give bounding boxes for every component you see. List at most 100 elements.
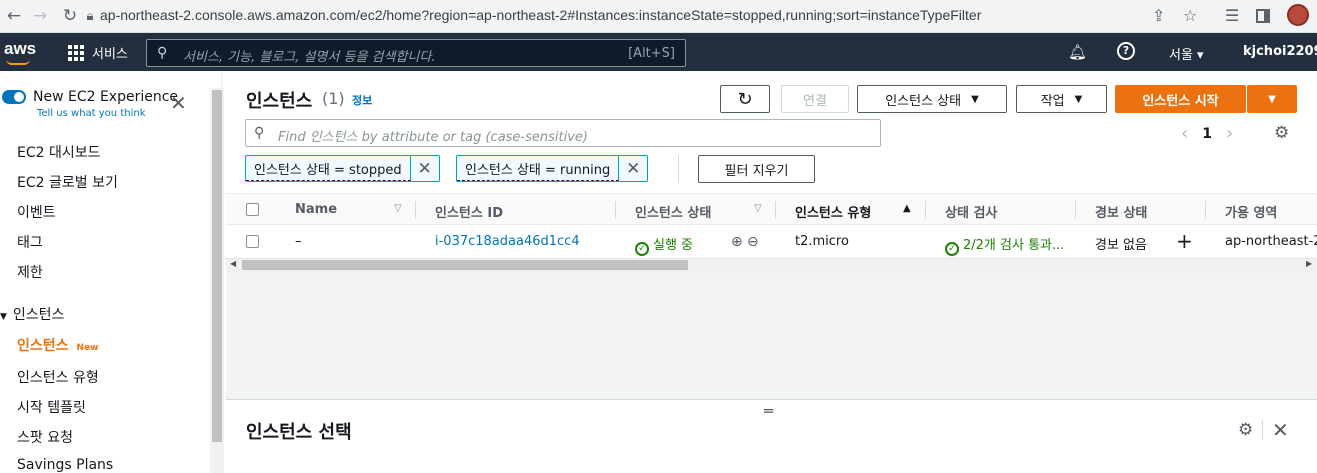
zoom-in-icon[interactable]: ⊕ xyxy=(731,234,743,250)
global-search-input[interactable]: ⚲ 서비스, 기능, 블로그, 설명서 등을 검색합니다. [Alt+S] xyxy=(146,39,686,67)
instance-state-label: 인스턴스 상태 xyxy=(885,93,962,109)
check-circle-icon: ✓ xyxy=(945,242,959,256)
cell-availability-zone: ap-northeast-2 xyxy=(1225,234,1317,249)
table-row[interactable]: – i-037c18adaa46d1cc4 ✓ 실행 중 ⊕ ⊖ t2.micro… xyxy=(226,226,1317,258)
bell-icon[interactable]: 🔔︎ xyxy=(1068,43,1087,61)
aws-logo[interactable]: aws xyxy=(4,39,36,59)
cell-alarm-status: 경보 없음 xyxy=(1095,238,1147,253)
actions-dropdown[interactable]: 작업 ▼ xyxy=(1016,85,1107,113)
share-icon[interactable]: ⇪ xyxy=(1152,6,1165,25)
gear-icon[interactable]: ⚙ xyxy=(1274,123,1289,143)
column-divider[interactable] xyxy=(775,201,776,219)
sort-icon[interactable]: ▽ xyxy=(394,203,402,214)
sidebar-item-ec2-dashboard[interactable]: EC2 대시보드 xyxy=(17,142,101,162)
address-bar[interactable]: ap-northeast-2.console.aws.amazon.com/ec… xyxy=(100,5,981,25)
status-check-value: 2/2개 검사 통과... xyxy=(963,238,1065,253)
cell-status-check[interactable]: ✓ 2/2개 검사 통과... xyxy=(945,234,1064,256)
launch-label: 인스턴스 시작 xyxy=(1142,93,1219,109)
services-menu-button[interactable]: 서비스 xyxy=(68,43,128,62)
column-header-alarm-status[interactable]: 경보 상태 xyxy=(1095,202,1147,221)
row-checkbox[interactable] xyxy=(246,235,259,248)
zoom-out-icon[interactable]: ⊖ xyxy=(747,234,759,250)
filter-token-stopped[interactable]: 인스턴스 상태 = stopped ✕ xyxy=(245,155,440,182)
cell-instance-id[interactable]: i-037c18adaa46d1cc4 xyxy=(435,234,580,249)
sort-ascending-icon[interactable]: ▲ xyxy=(903,203,911,214)
table-scrollbar-thumb[interactable] xyxy=(242,260,688,270)
launch-options-dropdown[interactable]: ▼ xyxy=(1247,85,1297,113)
sidebar-item-tags[interactable]: 태그 xyxy=(17,232,43,252)
sidebar-item-instances[interactable]: 인스턴스 New xyxy=(17,335,98,355)
column-header-availability-zone[interactable]: 가용 영역 xyxy=(1225,202,1277,221)
sidebar-item-ec2-global-view[interactable]: EC2 글로벌 보기 xyxy=(17,172,118,192)
collapse-triangle-icon: ▼ xyxy=(0,312,7,322)
new-experience-toggle[interactable] xyxy=(2,90,26,104)
close-icon[interactable]: ✕ xyxy=(619,159,647,179)
reading-list-icon[interactable]: ☰ xyxy=(1225,6,1239,25)
close-icon[interactable]: ✕ xyxy=(1272,418,1289,442)
sidebar-item-spot-requests[interactable]: 스팟 요청 xyxy=(17,427,73,447)
account-menu[interactable]: kjchoi220903 xyxy=(1243,44,1317,59)
launch-instance-button[interactable]: 인스턴스 시작 xyxy=(1115,85,1246,113)
close-icon[interactable]: ✕ xyxy=(170,93,187,113)
info-link[interactable]: 정보 xyxy=(352,92,372,108)
column-divider[interactable] xyxy=(415,201,416,219)
caret-down-icon: ▼ xyxy=(971,93,979,105)
actions-label: 작업 xyxy=(1040,93,1065,109)
close-icon[interactable]: ✕ xyxy=(411,159,439,179)
cell-name: – xyxy=(295,234,302,249)
sidebar-section-instances[interactable]: ▼ 인스턴스 xyxy=(0,304,64,324)
search-icon: ⚲ xyxy=(157,45,168,61)
bookmark-star-icon[interactable]: ☆ xyxy=(1183,6,1197,25)
page-number[interactable]: 1 xyxy=(1202,126,1212,142)
split-handle-icon[interactable]: ═ xyxy=(764,402,773,420)
scroll-left-icon[interactable]: ◀ xyxy=(230,259,236,268)
filter-token-running[interactable]: 인스턴스 상태 = running ✕ xyxy=(456,155,649,182)
sort-icon[interactable]: ▽ xyxy=(754,203,762,214)
chevron-left-icon[interactable]: ‹ xyxy=(1181,123,1188,144)
aws-logo-smile xyxy=(6,59,30,65)
refresh-button[interactable]: ↻ xyxy=(720,85,770,113)
filter-token-label[interactable]: 인스턴스 상태 = stopped xyxy=(246,156,411,181)
filter-input[interactable]: ⚲ Find 인스턴스 by attribute or tag (case-se… xyxy=(245,119,881,147)
side-panel-icon[interactable] xyxy=(1256,9,1270,23)
page-title: 인스턴스 xyxy=(246,91,313,112)
instance-count: (1) xyxy=(322,89,345,108)
caret-down-icon: ▼ xyxy=(1268,93,1276,105)
forward-icon[interactable]: → xyxy=(28,4,52,28)
column-header-status-check[interactable]: 상태 검사 xyxy=(945,202,997,221)
column-header-instance-state[interactable]: 인스턴스 상태 xyxy=(635,202,711,221)
sidebar-item-instance-types[interactable]: 인스턴스 유형 xyxy=(17,367,99,387)
sidebar-item-launch-templates[interactable]: 시작 템플릿 xyxy=(17,397,86,417)
column-header-instance-id[interactable]: 인스턴스 ID xyxy=(435,202,503,221)
column-header-name[interactable]: Name xyxy=(295,202,337,217)
add-alarm-icon[interactable]: + xyxy=(1176,229,1193,253)
column-divider[interactable] xyxy=(1075,201,1076,219)
lock-icon[interactable]: 🔒︎ xyxy=(78,4,102,28)
sidebar-item-limits[interactable]: 제한 xyxy=(17,262,43,282)
clear-filters-button[interactable]: 필터 지우기 xyxy=(698,155,815,183)
caret-down-icon: ▼ xyxy=(1074,93,1083,105)
feedback-link[interactable]: Tell us what you think xyxy=(37,108,146,119)
column-divider[interactable] xyxy=(615,201,616,219)
instance-state-dropdown[interactable]: 인스턴스 상태 ▼ xyxy=(857,85,1007,113)
region-selector[interactable]: 서울 ▾ xyxy=(1169,44,1204,63)
back-icon[interactable]: ← xyxy=(2,4,26,28)
column-header-instance-type[interactable]: 인스턴스 유형 xyxy=(795,202,871,221)
select-all-checkbox[interactable] xyxy=(246,203,259,216)
search-placeholder: 서비스, 기능, 블로그, 설명서 등을 검색합니다. xyxy=(183,50,436,65)
help-icon[interactable]: ? xyxy=(1117,42,1135,60)
column-divider[interactable] xyxy=(1205,201,1206,219)
gear-icon[interactable]: ⚙ xyxy=(1238,420,1253,440)
chevron-right-icon[interactable]: › xyxy=(1226,123,1233,144)
sidebar-scrollbar-thumb[interactable] xyxy=(212,90,222,442)
column-divider[interactable] xyxy=(925,201,926,219)
profile-avatar[interactable] xyxy=(1287,4,1309,26)
sidebar-item-events[interactable]: 이벤트 xyxy=(17,202,56,222)
sidebar-item-savings-plans[interactable]: Savings Plans xyxy=(17,457,113,473)
filter-token-label[interactable]: 인스턴스 상태 = running xyxy=(457,156,620,181)
details-panel-title: 인스턴스 선택 xyxy=(246,422,352,443)
aws-top-navigation: aws 서비스 ⚲ 서비스, 기능, 블로그, 설명서 등을 검색합니다. [A… xyxy=(0,33,1317,71)
filter-placeholder: Find 인스턴스 by attribute or tag (case-sens… xyxy=(278,130,588,145)
scroll-right-icon[interactable]: ▶ xyxy=(1306,259,1312,268)
connect-button[interactable]: 연결 xyxy=(781,85,849,113)
